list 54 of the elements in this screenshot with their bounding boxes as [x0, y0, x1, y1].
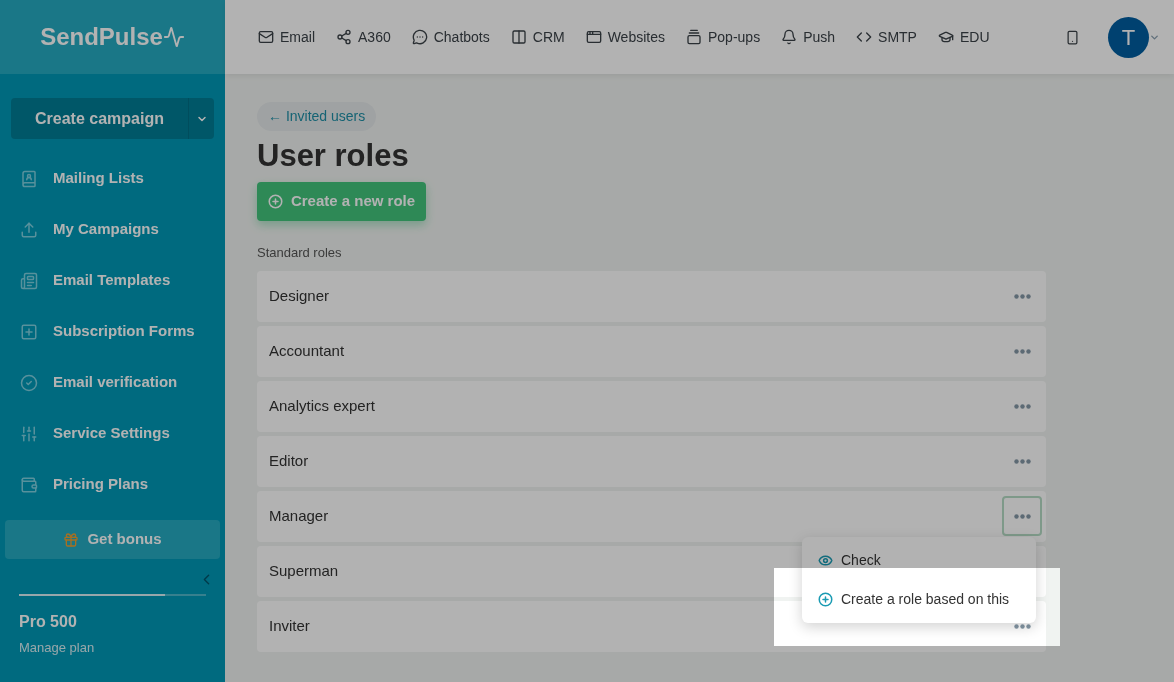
graduation-cap-icon: [937, 29, 954, 45]
stacked-pages-icon: [686, 29, 702, 45]
nav-link[interactable]: Chatbots: [411, 26, 490, 48]
nav-link[interactable]: SMTP: [856, 26, 917, 48]
role-name: Analytics expert: [269, 395, 375, 416]
plus-circle-icon: [818, 591, 833, 607]
more-icon: [1013, 403, 1031, 409]
role-name: Designer: [269, 285, 330, 306]
more-button[interactable]: [1002, 496, 1042, 537]
eye-icon: [818, 552, 833, 568]
sliders-icon: [20, 424, 38, 443]
newspaper-icon: [20, 271, 38, 290]
pulse-icon: [162, 26, 185, 48]
role-row[interactable]: Editor: [257, 435, 1046, 487]
more-icon: [1013, 458, 1031, 464]
phone-icon[interactable]: [1065, 29, 1080, 45]
nav-link[interactable]: Email: [258, 26, 315, 48]
role-row[interactable]: Accountant: [257, 325, 1046, 377]
nav-link[interactable]: EDU: [937, 26, 990, 48]
role-name: Editor: [269, 450, 309, 471]
envelope-icon: [258, 29, 274, 45]
bell-icon: [781, 29, 798, 45]
page-title: User roles: [257, 137, 410, 175]
gift-icon: [63, 531, 80, 548]
more-icon: [1013, 293, 1031, 299]
plus-circle-icon: [267, 194, 283, 210]
nav-link[interactable]: Websites: [585, 26, 665, 48]
code-icon: [856, 29, 873, 45]
address-book-icon: [20, 169, 38, 188]
plan-name: Pro 500: [19, 612, 78, 632]
nav-link[interactable]: A360: [336, 26, 391, 48]
section-label: Standard roles: [257, 244, 343, 263]
role-name: Accountant: [269, 340, 345, 361]
nav-link[interactable]: Pop-ups: [686, 26, 761, 48]
upload-tray-icon: [20, 220, 38, 239]
check-circle-icon: [20, 373, 38, 392]
more-icon: [1013, 348, 1031, 354]
plus-square-icon: [20, 322, 38, 341]
avatar[interactable]: T: [1108, 16, 1149, 58]
wallet-icon: [20, 475, 38, 494]
nodes-icon: [336, 29, 352, 45]
more-icon: [1013, 623, 1031, 629]
role-name: Superman: [269, 560, 339, 581]
columns-icon: [510, 29, 527, 45]
role-row[interactable]: Designer: [257, 270, 1046, 322]
role-name: Manager: [269, 505, 329, 526]
menu-item[interactable]: Create a role based on this: [802, 579, 1036, 619]
window-icon: [585, 29, 602, 45]
nav-link[interactable]: Push: [781, 26, 836, 48]
more-icon: [1013, 513, 1031, 519]
logo: SendPulse: [40, 22, 163, 52]
chat-bubble-icon: [411, 29, 428, 45]
role-row[interactable]: Analytics expert: [257, 380, 1046, 432]
nav-link[interactable]: CRM: [510, 26, 565, 48]
